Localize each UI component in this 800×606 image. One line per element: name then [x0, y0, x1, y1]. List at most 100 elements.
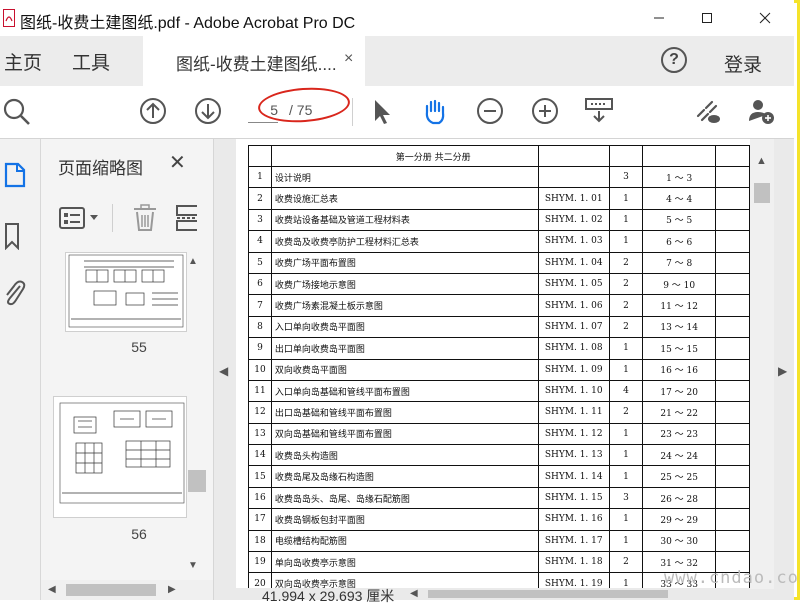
- thumbnail-scroll-down-arrow[interactable]: ▼: [188, 560, 198, 571]
- table-cell-code: SHYM. 1. 14: [537, 465, 610, 488]
- login-button[interactable]: 登录: [724, 50, 762, 77]
- table-cell-blank: [715, 529, 750, 553]
- table-row: 18 电缆槽结构配筋图 SHYM. 1. 17 1 30 ～ 30: [248, 529, 750, 553]
- table-cell-name: 单向岛收费亭示意图: [270, 551, 539, 574]
- table-cell-code: SHYM. 1. 12: [537, 422, 610, 446]
- bookmarks-icon[interactable]: [4, 222, 24, 255]
- table-cell-sheets: 4: [608, 379, 644, 403]
- table-cell-name: 收费岛尾及岛缘石构造图: [270, 465, 539, 488]
- attachments-icon[interactable]: [2, 276, 26, 311]
- table-cell-sheets: 1: [608, 465, 644, 488]
- table-cell-no: 6: [248, 272, 272, 296]
- table-cell-no: 16: [248, 486, 272, 510]
- table-cell-sheets: 1: [608, 422, 644, 446]
- table-cell-code: SHYM. 1. 09: [537, 358, 610, 381]
- table-cell-sheets: 1: [608, 187, 644, 210]
- table-cell-code: SHYM. 1. 05: [537, 272, 610, 296]
- table-cell-code: SHYM. 1. 11: [537, 401, 610, 424]
- thumbnail-scroll-left-arrow[interactable]: ◀: [48, 584, 56, 595]
- table-cell-blank: [715, 230, 750, 253]
- table-cell-no: 5: [248, 251, 272, 274]
- share-link-icon[interactable]: [690, 94, 724, 128]
- table-cell-blank: [715, 315, 750, 339]
- table-cell-name: 设计说明: [270, 165, 539, 189]
- table-cell-sheets: 3: [608, 165, 644, 189]
- search-icon[interactable]: [0, 94, 34, 128]
- toolbar-divider: [352, 98, 353, 126]
- table-cell-name: 入口单向岛基础和管线平面布置图: [270, 379, 539, 403]
- table-row: 13 双向岛基础和管线平面布置图 SHYM. 1. 12 1 23 ～ 23: [248, 422, 750, 446]
- table-cell-pages: 7 ～ 8: [642, 251, 717, 274]
- zoom-out-icon[interactable]: [473, 94, 507, 128]
- add-user-icon[interactable]: [744, 94, 778, 128]
- table-cell-sheets: 2: [608, 315, 644, 339]
- maximize-button[interactable]: [684, 0, 730, 36]
- page-thumbnail[interactable]: [53, 396, 187, 518]
- select-cursor-icon[interactable]: [364, 94, 398, 128]
- table-cell-pages: 17 ～ 20: [642, 379, 717, 403]
- table-cell-name: 收费岛钢板包封平面图: [270, 508, 539, 531]
- page-down-icon[interactable]: [191, 94, 225, 128]
- hand-tool-icon[interactable]: [417, 94, 451, 128]
- menu-tools[interactable]: 工具: [72, 48, 110, 75]
- viewer-horizontal-scroll-thumb[interactable]: [428, 590, 668, 598]
- page-thumbnail[interactable]: [65, 252, 187, 332]
- table-cell-pages: 5 ～ 5: [642, 208, 717, 232]
- viewer-vertical-scroll-thumb[interactable]: [754, 183, 770, 203]
- table-cell-pages: 21 ～ 22: [642, 401, 717, 424]
- table-cell-pages: 11 ～ 12: [642, 294, 717, 317]
- table-cell-blank: [715, 165, 750, 189]
- table-cell-no: 3: [248, 208, 272, 232]
- thumbnail-pane-close-button[interactable]: ✕: [169, 150, 186, 175]
- viewer-scroll-up-arrow[interactable]: ▲: [756, 155, 767, 167]
- menu-home[interactable]: 主页: [4, 48, 42, 75]
- document-tab-label: 图纸-收费土建图纸....: [176, 55, 337, 74]
- table-cell-no: 9: [248, 337, 272, 360]
- table-cell-sheets: 1: [608, 572, 644, 589]
- table-row: 4 收费岛及收费亭防护工程材料汇总表 SHYM. 1. 03 1 6 ～ 6: [248, 230, 750, 253]
- scroll-mode-icon[interactable]: [582, 94, 616, 128]
- close-window-button[interactable]: [742, 0, 788, 36]
- help-button[interactable]: ?: [661, 47, 687, 73]
- collapse-left-pane-arrow[interactable]: ◀: [219, 364, 228, 378]
- page-size-label: 41.994 x 29.693 厘米: [262, 588, 395, 604]
- thumbnail-vertical-scroll-thumb[interactable]: [188, 470, 206, 492]
- table-cell-code: SHYM. 1. 13: [537, 444, 610, 467]
- tab-close-button[interactable]: ×: [344, 50, 353, 68]
- table-cell-blank: [715, 508, 750, 531]
- table-cell-name: 收费设施汇总表: [270, 187, 539, 210]
- thumbnail-scroll-up-arrow[interactable]: ▲: [188, 256, 198, 267]
- page-thumbnails-icon[interactable]: [4, 162, 26, 193]
- table-row: 7 收费广场素混凝土板示意图 SHYM. 1. 06 2 11 ～ 12: [248, 294, 750, 317]
- table-cell-sheets: 1: [608, 508, 644, 531]
- table-cell-code: SHYM. 1. 18: [537, 551, 610, 574]
- thumbnail-horizontal-scroll-thumb[interactable]: [66, 584, 156, 596]
- table-cell-name: 出口单向收费岛平面图: [270, 337, 539, 360]
- table-cell-code: SHYM. 1. 16: [537, 508, 610, 531]
- viewer-scroll-left-arrow[interactable]: ◀: [410, 588, 418, 599]
- minimize-button[interactable]: [636, 0, 682, 36]
- table-row: 14 收费岛头构造图 SHYM. 1. 13 1 24 ～ 24: [248, 444, 750, 467]
- table-cell-sheets: 2: [608, 294, 644, 317]
- table-cell-no: 10: [248, 358, 272, 381]
- thumbnail-scroll-right-arrow[interactable]: ▶: [168, 584, 176, 595]
- collapse-right-pane-arrow[interactable]: ▶: [778, 364, 787, 378]
- pane-divider: [112, 204, 113, 232]
- thumbnail-options-button[interactable]: [58, 205, 104, 236]
- page-up-icon[interactable]: [136, 94, 170, 128]
- zoom-in-icon[interactable]: [528, 94, 562, 128]
- table-cell-blank: [715, 251, 750, 274]
- table-cell-sheets: 1: [608, 208, 644, 232]
- table-header-text: 第一分册 共二分册: [270, 145, 539, 167]
- table-cell-code: [537, 165, 610, 189]
- delete-page-icon[interactable]: [132, 204, 158, 237]
- insert-page-icon[interactable]: [175, 204, 197, 232]
- table-cell-name: 双向岛基础和管线平面布置图: [270, 422, 539, 446]
- table-cell-no: 2: [248, 187, 272, 210]
- table-cell-code: SHYM. 1. 10: [537, 379, 610, 403]
- table-cell-sheets: 3: [608, 486, 644, 510]
- table-cell-code: SHYM. 1. 17: [537, 529, 610, 553]
- table-cell-no: 12: [248, 401, 272, 424]
- table-row: 8 入口单向收费岛平面图 SHYM. 1. 07 2 13 ～ 14: [248, 315, 750, 339]
- table-header-row: 第一分册 共二分册: [248, 145, 750, 167]
